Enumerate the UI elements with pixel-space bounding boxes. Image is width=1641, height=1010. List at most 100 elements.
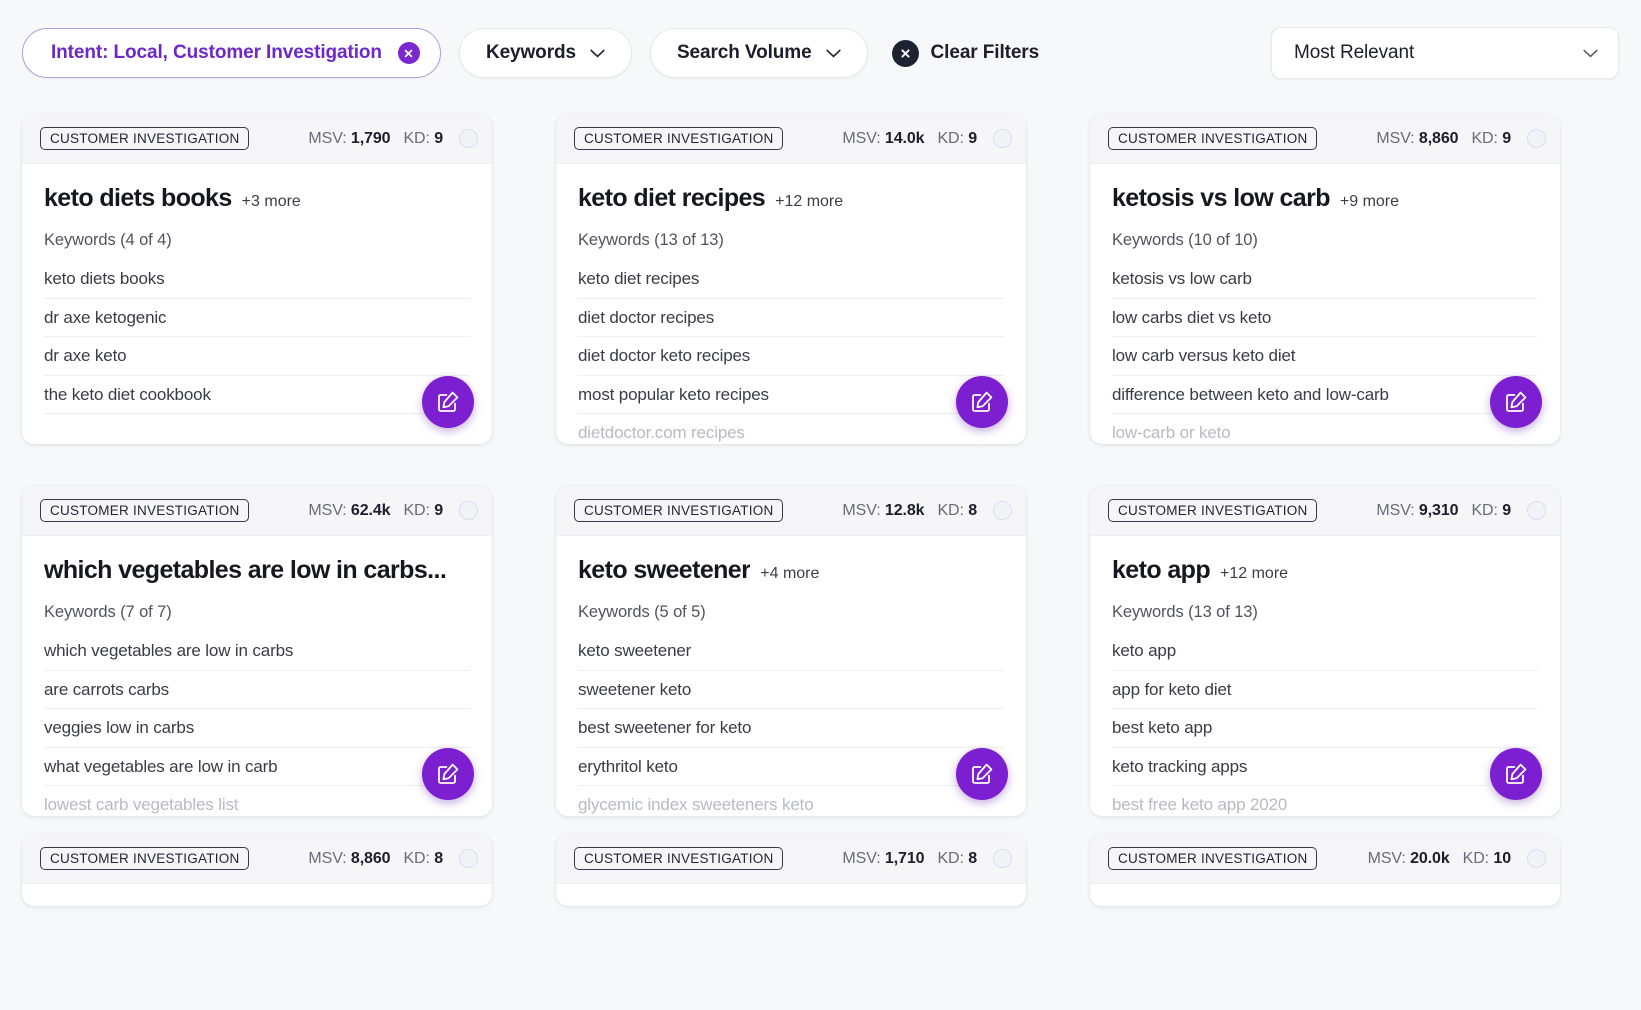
select-cluster-checkbox[interactable] <box>1527 501 1546 520</box>
close-circle-icon <box>891 39 919 67</box>
keyword-row[interactable]: most popular keto recipes <box>578 376 1004 415</box>
keyword-list: keto diet recipes diet doctor recipes diet… <box>578 260 1004 444</box>
keyword-row[interactable]: best keto app <box>1112 709 1538 748</box>
cluster-more-count: +9 more <box>1339 193 1400 210</box>
keyword-row[interactable]: dietdoctor.com recipes <box>578 414 1004 444</box>
chevron-down-icon <box>1583 49 1598 57</box>
cluster-more-count: +4 more <box>760 565 820 582</box>
keyword-row[interactable]: glycemic index sweeteners keto <box>578 786 1004 816</box>
close-icon[interactable] <box>397 42 420 64</box>
kd-label: KD: <box>937 501 964 519</box>
cluster-more-count: +3 more <box>241 193 301 210</box>
keyword-cluster-card[interactable]: CUSTOMER INVESTIGATION MSV: 14.0k KD: 9 ket… <box>556 114 1026 444</box>
keyword-cluster-card[interactable]: CUSTOMER INVESTIGATION MSV: 1,710 KD: 8 <box>556 834 1026 906</box>
keyword-row[interactable]: keto tracking apps <box>1112 748 1538 787</box>
kd-value: 9 <box>1502 129 1511 147</box>
kd-metric: KD: 8 <box>403 850 443 868</box>
keyword-row[interactable]: veggies low in carbs <box>44 709 470 748</box>
keyword-row[interactable]: keto diet recipes <box>578 260 1004 299</box>
keyword-row[interactable]: erythritol keto <box>578 748 1004 787</box>
msv-metric: MSV: 12.8k <box>842 502 924 520</box>
card-metrics: MSV: 8,860 KD: 9 <box>1376 129 1546 148</box>
select-cluster-checkbox[interactable] <box>993 849 1012 868</box>
kd-label: KD: <box>1471 129 1498 147</box>
keyword-row[interactable]: low carb versus keto diet <box>1112 337 1538 376</box>
kd-label: KD: <box>403 849 430 867</box>
keyword-row[interactable]: dr axe keto <box>44 337 470 376</box>
cluster-title: keto app <box>1112 556 1210 584</box>
intent-tag: CUSTOMER INVESTIGATION <box>40 498 249 523</box>
msv-value: 8,860 <box>350 849 391 867</box>
keyword-row[interactable]: best free keto app 2020 <box>1112 786 1538 816</box>
cluster-more-count: +12 more <box>775 193 844 210</box>
select-cluster-checkbox[interactable] <box>459 849 478 868</box>
edit-cluster-button[interactable] <box>956 748 1008 800</box>
msv-value: 9,310 <box>1418 501 1459 519</box>
keyword-row[interactable]: the keto diet cookbook <box>44 376 470 415</box>
card-metrics: MSV: 1,710 KD: 8 <box>842 849 1012 868</box>
keyword-row[interactable]: which vegetables are low in carbs <box>44 632 470 671</box>
search-volume-filter-button[interactable]: Search Volume <box>649 28 868 78</box>
kd-label: KD: <box>403 129 430 147</box>
card-metrics: MSV: 8,860 KD: 8 <box>308 849 478 868</box>
select-cluster-checkbox[interactable] <box>993 129 1012 148</box>
kd-value: 9 <box>1502 501 1511 519</box>
keyword-row[interactable]: app for keto diet <box>1112 671 1538 710</box>
keyword-row[interactable]: difference between keto and low-carb <box>1112 376 1538 415</box>
keyword-row[interactable]: low carbs diet vs keto <box>1112 299 1538 338</box>
msv-label: MSV: <box>308 129 347 147</box>
msv-value: 62.4k <box>350 501 391 519</box>
kd-label: KD: <box>403 501 430 519</box>
card-title-row: which vegetables are low in carbs... <box>44 556 470 585</box>
keyword-cluster-card[interactable]: CUSTOMER INVESTIGATION MSV: 9,310 KD: 9 ket… <box>1090 486 1560 816</box>
msv-metric: MSV: 8,860 <box>308 850 390 868</box>
msv-value: 12.8k <box>884 501 925 519</box>
keyword-row[interactable]: what vegetables are low in carb <box>44 748 470 787</box>
keyword-row[interactable]: sweetener keto <box>578 671 1004 710</box>
filter-toolbar: Intent: Local, Customer Investigation Ke… <box>0 0 1641 88</box>
keyword-list: ketosis vs low carb low carbs diet vs ket… <box>1112 260 1538 444</box>
keyword-row[interactable]: diet doctor keto recipes <box>578 337 1004 376</box>
card-title-row: keto sweetener +4 more <box>578 556 1004 585</box>
keyword-cluster-card[interactable]: CUSTOMER INVESTIGATION MSV: 20.0k KD: 10 <box>1090 834 1560 906</box>
clear-filters-label: Clear Filters <box>930 42 1040 63</box>
clear-filters-button[interactable]: Clear Filters <box>886 39 1046 67</box>
keyword-row[interactable]: keto diets books <box>44 260 470 299</box>
select-cluster-checkbox[interactable] <box>1527 129 1546 148</box>
select-cluster-checkbox[interactable] <box>459 129 478 148</box>
sort-select[interactable]: Most Relevant <box>1271 27 1619 79</box>
edit-cluster-button[interactable] <box>422 376 474 428</box>
intent-filter-chip[interactable]: Intent: Local, Customer Investigation <box>22 28 441 78</box>
select-cluster-checkbox[interactable] <box>993 501 1012 520</box>
kd-label: KD: <box>937 129 964 147</box>
keyword-row[interactable]: keto app <box>1112 632 1538 671</box>
keyword-row[interactable]: are carrots carbs <box>44 671 470 710</box>
edit-cluster-button[interactable] <box>422 748 474 800</box>
keyword-row[interactable]: lowest carb vegetables list <box>44 786 470 816</box>
msv-metric: MSV: 62.4k <box>308 502 390 520</box>
keyword-row[interactable]: diet doctor recipes <box>578 299 1004 338</box>
keyword-row[interactable]: low-carb or keto <box>1112 414 1538 444</box>
edit-cluster-button[interactable] <box>1490 748 1542 800</box>
card-header: CUSTOMER INVESTIGATION MSV: 12.8k KD: 8 <box>556 486 1026 536</box>
edit-cluster-button[interactable] <box>956 376 1008 428</box>
msv-value: 1,790 <box>350 129 391 147</box>
keyword-row[interactable]: ketosis vs low carb <box>1112 260 1538 299</box>
intent-tag: CUSTOMER INVESTIGATION <box>40 846 249 871</box>
keyword-row[interactable]: keto sweetener <box>578 632 1004 671</box>
select-cluster-checkbox[interactable] <box>459 501 478 520</box>
keywords-filter-button[interactable]: Keywords <box>458 28 632 78</box>
cluster-title: ketosis vs low carb <box>1112 184 1330 212</box>
keyword-cluster-card[interactable]: CUSTOMER INVESTIGATION MSV: 1,790 KD: 9 ket… <box>22 114 492 444</box>
keywords-count-label: Keywords (5 of 5) <box>578 603 706 621</box>
keyword-row[interactable]: best sweetener for keto <box>578 709 1004 748</box>
keyword-cluster-card[interactable]: CUSTOMER INVESTIGATION MSV: 12.8k KD: 8 ket… <box>556 486 1026 816</box>
keyword-cluster-card[interactable]: CUSTOMER INVESTIGATION MSV: 8,860 KD: 8 <box>22 834 492 906</box>
select-cluster-checkbox[interactable] <box>1527 849 1546 868</box>
keyword-cluster-card[interactable]: CUSTOMER INVESTIGATION MSV: 62.4k KD: 9 whi… <box>22 486 492 816</box>
card-header: CUSTOMER INVESTIGATION MSV: 1,790 KD: 9 <box>22 114 492 164</box>
keyword-row[interactable]: dr axe ketogenic <box>44 299 470 338</box>
keyword-cluster-card[interactable]: CUSTOMER INVESTIGATION MSV: 8,860 KD: 9 ket… <box>1090 114 1560 444</box>
keywords-count-label: Keywords (4 of 4) <box>44 231 172 249</box>
edit-cluster-button[interactable] <box>1490 376 1542 428</box>
